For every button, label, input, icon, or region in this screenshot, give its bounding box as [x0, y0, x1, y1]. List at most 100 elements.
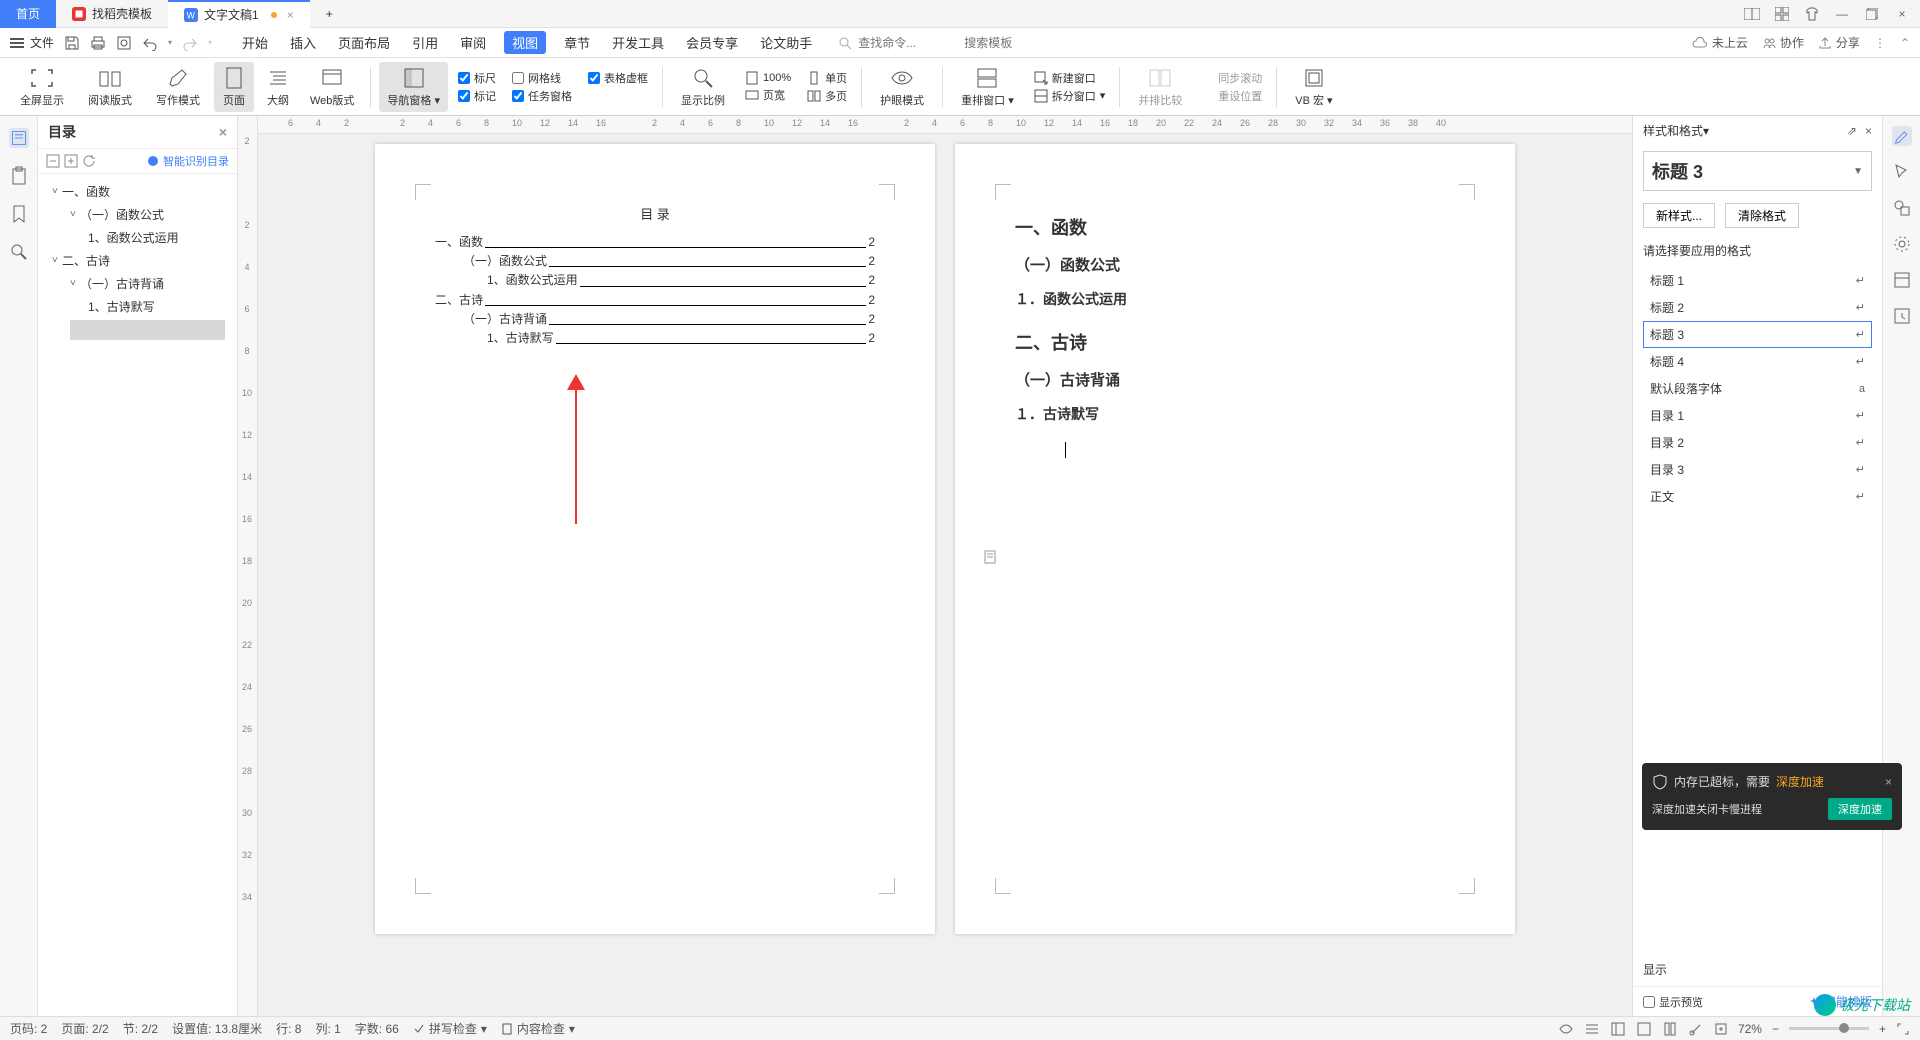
show-filter[interactable]: 显示 — [1643, 961, 1667, 978]
current-style-display[interactable]: 标题 3 ▼ — [1643, 151, 1872, 191]
writemode-button[interactable]: 写作模式 — [146, 66, 210, 108]
zoom-slider[interactable] — [1789, 1027, 1869, 1030]
print-preview-icon[interactable] — [116, 35, 132, 51]
singlepage-button[interactable]: 单页 — [807, 70, 847, 86]
maximize-button[interactable] — [1858, 4, 1886, 24]
view2-icon[interactable] — [1636, 1021, 1652, 1037]
status-spellcheck[interactable]: 拼写检查 ▾ — [413, 1020, 487, 1037]
outline-close-icon[interactable]: × — [219, 124, 227, 140]
multipage-button[interactable]: 多页 — [807, 88, 847, 104]
tree-item[interactable]: ˅（一）古诗背诵 — [42, 272, 233, 295]
close-panel-icon[interactable]: × — [1865, 124, 1872, 138]
undo-icon[interactable] — [142, 35, 158, 51]
tab-pagelayout[interactable]: 页面布局 — [334, 31, 394, 54]
chevron-down-icon[interactable]: ˅ — [70, 209, 80, 220]
tablevirtual-checkbox[interactable]: 表格虚框 — [588, 70, 648, 86]
zoom-value[interactable]: 72% — [1738, 1022, 1762, 1036]
style-item[interactable]: 标题 2↵ — [1643, 294, 1872, 321]
status-sections[interactable]: 节: 2/2 — [123, 1020, 158, 1037]
tab-templates[interactable]: 找稻壳模板 — [56, 0, 168, 28]
tree-item[interactable]: ˅二、古诗 — [42, 249, 233, 272]
save-icon[interactable] — [64, 35, 80, 51]
tab-chapter[interactable]: 章节 — [560, 31, 594, 54]
view3-icon[interactable] — [1662, 1021, 1678, 1037]
status-contentcheck[interactable]: 内容检查 ▾ — [501, 1020, 575, 1037]
history-rail-icon[interactable] — [1892, 306, 1912, 326]
cloud-status[interactable]: 未上云 — [1692, 34, 1748, 51]
style-item[interactable]: 标题 4↵ — [1643, 348, 1872, 375]
markup-checkbox[interactable]: 标记 — [458, 88, 496, 104]
compare-button[interactable]: 并排比较 — [1128, 66, 1192, 108]
settings-rail-icon[interactable] — [1892, 234, 1912, 254]
refresh-icon[interactable] — [82, 154, 96, 168]
show-preview-checkbox[interactable]: 显示预览 — [1643, 994, 1703, 1010]
readmode-button[interactable]: 阅读版式 — [78, 66, 142, 108]
pageview-button[interactable]: 页面 — [214, 62, 254, 112]
zoom-button[interactable]: 显示比例 — [671, 66, 735, 108]
minimize-button[interactable]: — — [1828, 4, 1856, 24]
status-words[interactable]: 字数: 66 — [355, 1020, 399, 1037]
tree-item[interactable]: 1、古诗默写 — [42, 295, 233, 318]
page-2[interactable]: 一、函数 （一）函数公式 １．函数公式运用 二、古诗 （一）古诗背诵 １．古诗默… — [955, 144, 1515, 934]
gridlines-checkbox[interactable]: 网格线 — [512, 70, 572, 86]
status-pages[interactable]: 页面: 2/2 — [61, 1020, 108, 1037]
dropdown-icon[interactable]: ▼ — [1853, 166, 1863, 177]
layout-icon[interactable] — [1738, 4, 1766, 24]
collapse-all-icon[interactable] — [46, 154, 60, 168]
outline-rail-icon[interactable] — [9, 128, 29, 148]
newwindow-button[interactable]: 新建窗口 — [1034, 70, 1106, 86]
tab-document[interactable]: W 文字文稿1 × — [168, 0, 310, 28]
arrange-button[interactable]: 重排窗口 ▾ — [951, 66, 1024, 108]
redo-dropdown[interactable]: ▾ — [208, 38, 212, 47]
expand-status-icon[interactable] — [1896, 1022, 1910, 1036]
zoom-in-button[interactable]: + — [1879, 1022, 1886, 1036]
style-item[interactable]: 目录 2↵ — [1643, 429, 1872, 456]
styles-rail-icon[interactable] — [1892, 126, 1912, 146]
style-item[interactable]: 标题 1↵ — [1643, 267, 1872, 294]
zoom100-button[interactable]: 100% — [745, 71, 791, 85]
align-status-icon[interactable] — [1584, 1021, 1600, 1037]
search-template-input[interactable] — [964, 36, 1064, 50]
bookmark-rail-icon[interactable] — [9, 204, 29, 224]
clear-format-button[interactable]: 清除格式 — [1725, 203, 1799, 228]
chevron-down-icon[interactable]: ˅ — [52, 255, 62, 266]
print-icon[interactable] — [90, 35, 106, 51]
pin-icon[interactable]: ⇗ — [1847, 124, 1857, 138]
expand-all-icon[interactable] — [64, 154, 78, 168]
pagewidth-button[interactable]: 页宽 — [745, 87, 791, 103]
more-icon[interactable]: ⋮ — [1874, 36, 1886, 50]
new-style-button[interactable]: 新样式... — [1643, 203, 1715, 228]
style-item[interactable]: 标题 3↵ — [1643, 321, 1872, 348]
tab-view[interactable]: 视图 — [504, 31, 546, 54]
zoom-out-button[interactable]: − — [1772, 1022, 1779, 1036]
clipboard-rail-icon[interactable] — [9, 166, 29, 186]
tab-reference[interactable]: 引用 — [408, 31, 442, 54]
undo-dropdown[interactable]: ▾ — [168, 38, 172, 47]
close-button[interactable]: × — [1888, 4, 1916, 24]
paragraph-flag-icon[interactable] — [983, 550, 997, 564]
new-tab-button[interactable]: + — [310, 0, 349, 28]
page-1[interactable]: 目 录 一、函数2（一）函数公式21、函数公式运用2二、古诗2（一）古诗背诵21… — [375, 144, 935, 934]
outlineview-button[interactable]: 大纲 — [258, 66, 298, 108]
search-rail-icon[interactable] — [9, 242, 29, 262]
tab-member[interactable]: 会员专享 — [682, 31, 742, 54]
tab-review[interactable]: 审阅 — [456, 31, 490, 54]
eye-status-icon[interactable] — [1558, 1021, 1574, 1037]
collapse-ribbon-icon[interactable]: ⌃ — [1900, 36, 1910, 50]
accelerate-button[interactable]: 深度加速 — [1828, 798, 1892, 820]
zoom-thumb[interactable] — [1839, 1023, 1849, 1033]
properties-rail-icon[interactable] — [1892, 270, 1912, 290]
navpane-button[interactable]: 导航窗格 ▾ — [379, 62, 448, 112]
view1-icon[interactable] — [1610, 1021, 1626, 1037]
style-item[interactable]: 正文↵ — [1643, 483, 1872, 510]
grid-icon[interactable] — [1768, 4, 1796, 24]
share-button[interactable]: 分享 — [1818, 34, 1860, 51]
shape-rail-icon[interactable] — [1892, 198, 1912, 218]
splitwindow-button[interactable]: 拆分窗口 ▾ — [1034, 88, 1106, 104]
tab-insert[interactable]: 插入 — [286, 31, 320, 54]
tree-item[interactable]: ˅一、函数 — [42, 180, 233, 203]
chevron-down-icon[interactable]: ˅ — [70, 278, 80, 289]
coop-button[interactable]: 协作 — [1762, 34, 1804, 51]
ruler-checkbox[interactable]: 标尺 — [458, 70, 496, 86]
view4-icon[interactable] — [1688, 1021, 1704, 1037]
